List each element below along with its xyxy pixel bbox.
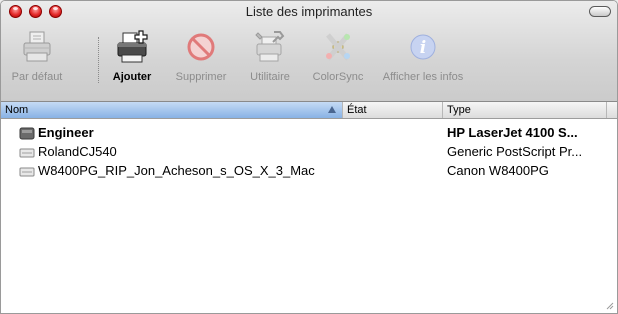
- default-printer-label: Par défaut: [11, 71, 63, 83]
- printer-queue-icon: [19, 167, 35, 177]
- delete-icon: [187, 33, 215, 61]
- delete-printer-button[interactable]: Supprimer: [169, 25, 233, 83]
- svg-text:i: i: [420, 38, 426, 58]
- sort-ascending-icon: [328, 106, 336, 113]
- column-name-header[interactable]: Nom: [1, 102, 343, 118]
- printer-name: RolandCJ540: [38, 144, 117, 159]
- printer-name: Engineer: [38, 125, 94, 140]
- column-type-header[interactable]: Type: [443, 102, 607, 118]
- add-printer-label: Ajouter: [112, 71, 152, 83]
- table-row[interactable]: Engineer HP LaserJet 4100 S...: [1, 124, 617, 142]
- add-printer-button[interactable]: Ajouter: [107, 25, 157, 83]
- table-row[interactable]: RolandCJ540 Generic PostScript Pr...: [1, 143, 617, 161]
- printer-utility-icon: [255, 31, 285, 62]
- unified-titlebar-toolbar: Liste des imprimantes Par défaut Ajouter…: [1, 1, 617, 102]
- show-info-label: Afficher les infos: [382, 71, 464, 83]
- printer-name: W8400PG_RIP_Jon_Acheson_s_OS_X_3_Mac: [38, 163, 315, 178]
- toolbar-separator: [98, 37, 99, 83]
- titlebar: Liste des imprimantes: [1, 1, 617, 23]
- info-icon: i: [410, 34, 436, 60]
- colorsync-icon: [326, 33, 350, 61]
- default-printer-button[interactable]: Par défaut: [7, 25, 67, 83]
- column-status-label: État: [347, 104, 367, 116]
- toolbar-toggle-button[interactable]: [589, 6, 611, 17]
- printer-list-window: Liste des imprimantes Par défaut Ajouter…: [0, 0, 618, 314]
- window-title: Liste des imprimantes: [245, 4, 373, 19]
- default-printer-icon: [23, 31, 51, 62]
- column-name-label: Nom: [5, 104, 29, 116]
- printer-type: Canon W8400PG: [447, 163, 549, 178]
- delete-printer-label: Supprimer: [175, 71, 227, 83]
- printer-queue-icon: [19, 127, 35, 140]
- utility-label: Utilitaire: [250, 71, 290, 83]
- colorsync-label: ColorSync: [312, 71, 364, 83]
- table-row[interactable]: W8400PG_RIP_Jon_Acheson_s_OS_X_3_Mac Can…: [1, 162, 617, 180]
- printer-list: Engineer HP LaserJet 4100 S... RolandCJ5…: [1, 119, 617, 313]
- resize-grip-icon[interactable]: [604, 300, 614, 310]
- show-info-button[interactable]: i Afficher les infos: [375, 25, 471, 83]
- column-status-header[interactable]: État: [343, 102, 443, 118]
- printer-type: HP LaserJet 4100 S...: [447, 125, 578, 140]
- column-type-label: Type: [447, 104, 471, 116]
- toolbar: Par défaut Ajouter Supprimer Utilitaire …: [1, 25, 617, 97]
- printer-type: Generic PostScript Pr...: [447, 144, 583, 159]
- add-printer-icon: [117, 30, 148, 63]
- column-header: Nom État Type: [1, 102, 617, 119]
- colorsync-button[interactable]: ColorSync: [307, 25, 369, 83]
- utility-button[interactable]: Utilitaire: [239, 25, 301, 83]
- printer-queue-icon: [19, 148, 35, 158]
